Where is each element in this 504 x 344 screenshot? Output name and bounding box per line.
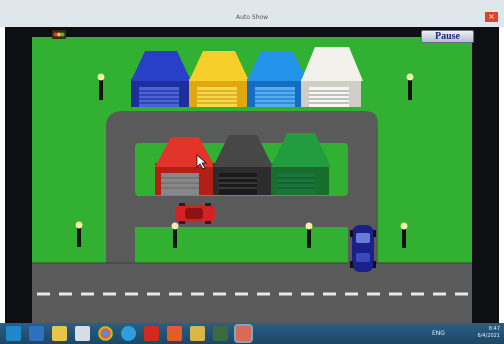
red-car	[175, 203, 215, 224]
window-title: Auto Show	[235, 14, 269, 21]
pause-button[interactable]: Pause	[421, 30, 474, 43]
pdf-icon[interactable]	[144, 326, 159, 341]
document-icon[interactable]	[75, 326, 90, 341]
tool-icon[interactable]	[213, 326, 228, 341]
close-button[interactable]: ×	[485, 12, 498, 22]
title-bar: Auto Show ×	[0, 0, 504, 27]
folder-icon[interactable]	[190, 326, 205, 341]
telegram-icon[interactable]	[121, 326, 136, 341]
game-canvas[interactable]	[5, 27, 499, 323]
tray-language[interactable]: ENG	[432, 330, 445, 337]
game-app-icon[interactable]	[236, 326, 251, 341]
save-icon[interactable]	[29, 326, 44, 341]
taskbar: 8:47 6/4/2021	[0, 323, 504, 344]
file-explorer-icon[interactable]	[52, 326, 67, 341]
game-scene	[32, 37, 472, 323]
windows-start-icon[interactable]	[6, 326, 21, 341]
chrome-icon[interactable]	[98, 326, 113, 341]
traffic-light-icon[interactable]	[52, 30, 66, 39]
tray-date: 6/4/2021	[477, 333, 500, 339]
main-road	[32, 263, 472, 323]
system-tray[interactable]: 8:47 6/4/2021	[478, 326, 500, 341]
office-icon[interactable]	[167, 326, 182, 341]
blue-car	[350, 225, 376, 272]
lower-grass	[135, 231, 348, 261]
tray-time: 8:47	[488, 326, 500, 332]
